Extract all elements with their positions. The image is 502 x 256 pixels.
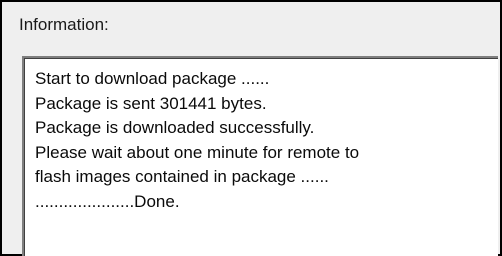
log-lines: Start to download package ...... Package… [35,67,359,214]
log-line: Start to download package ...... [35,69,270,88]
log-line: Please wait about one minute for remote … [35,142,360,162]
log-line: flash images contained in package ...... [35,167,329,186]
information-label: Information: [19,15,109,34]
information-panel: Information: Start to download package .… [0,0,502,256]
log-textarea[interactable]: Start to download package ...... Package… [22,56,498,256]
log-line: Package is downloaded successfully. [35,118,315,137]
log-line: Package is sent 301441 bytes. [35,93,267,113]
log-line: .....................Done. [35,191,180,211]
